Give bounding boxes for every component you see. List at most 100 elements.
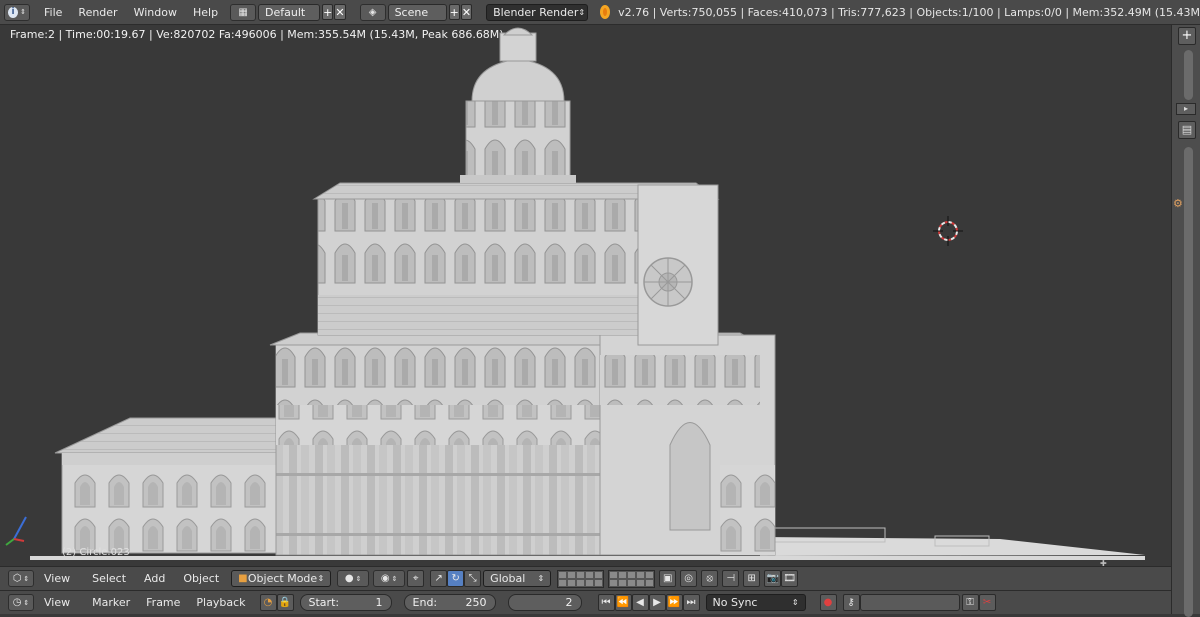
jump-end-icon[interactable]: ⏭ [682,594,700,611]
current-frame-value: 2 [565,596,573,609]
jump-keyframe-forward-icon[interactable]: ⏩ [665,594,683,611]
menu-help[interactable]: Help [193,6,218,19]
remove-screen-button[interactable]: ✕ [334,4,346,20]
keying-set-icon[interactable]: ⚷ [842,594,860,611]
interaction-mode-dropdown[interactable]: ■ Object Mode ⇕ [231,570,332,587]
end-frame-label: End: [412,596,438,609]
menu-file[interactable]: File [44,6,62,19]
3d-editor-type-button[interactable]: ⬡ ⇕ [8,570,34,587]
timeline-editor-type-button[interactable]: ◷ ⇕ [8,594,34,611]
render-engine-label: Blender Render [493,5,579,19]
menu-select[interactable]: Select [92,572,126,585]
keying-set-field[interactable] [859,594,960,611]
snap-target-icon[interactable]: ⊞ [743,570,761,587]
chevron-updown-icon: ⇕ [20,8,26,16]
transform-orientation-dropdown[interactable]: Global ⇕ [483,570,552,587]
3d-cursor-icon[interactable] [933,216,963,246]
record-icon[interactable]: ● [819,594,837,611]
info-header: i ⇕ File Render Window Help ▦ Default + … [0,0,1200,25]
scrollbar-top[interactable] [1184,50,1193,100]
transform-orientation-label: Global [490,572,526,585]
region-expand-button[interactable]: ▸ [1176,103,1196,115]
editor-type-icon-right[interactable]: ▤ [1178,121,1196,139]
render-engine-dropdown[interactable]: Blender Render ⇕ [486,3,589,21]
interaction-mode-label: Object Mode [247,572,318,585]
current-frame-field[interactable]: 2 [507,594,582,611]
jump-start-icon[interactable]: ⏮ [597,594,615,611]
sync-mode-label: No Sync [712,596,758,609]
scene-stats: v2.76 | Verts:750,055 | Faces:410,073 | … [618,5,1200,19]
snap-toggle-icon[interactable]: ⦻ [701,570,719,587]
chevron-updown-icon: ⇕ [791,598,799,607]
render-animation-icon[interactable]: 🎞 [781,570,799,587]
scene-icon-button[interactable]: ◈ [359,3,386,21]
axis-gizmo-icon [5,516,27,546]
play-icon[interactable]: ▶ [648,594,666,611]
jump-keyframe-back-icon[interactable]: ⏪ [614,594,632,611]
end-frame-field[interactable]: End: 250 [403,594,496,611]
menu-add[interactable]: Add [144,572,165,585]
delete-keyframe-icon[interactable]: ✂ [978,594,996,611]
layout-grid-icon: ▦ [238,6,248,18]
rotate-manipulator-icon[interactable]: ↻ [447,570,465,587]
constraint-icon[interactable]: ⚙ [1173,197,1183,210]
pivot-point-button[interactable]: ◉ ⇕ [373,570,406,587]
start-frame-field[interactable]: Start: 1 [299,594,392,611]
chevron-updown-icon: ⇕ [23,574,30,583]
add-region-button[interactable]: + [1178,27,1196,45]
snap-element-icon[interactable]: ⊣ [722,570,740,587]
remove-scene-button[interactable]: ✕ [460,4,473,20]
lock-range-icon[interactable]: 🔒 [276,594,294,611]
scale-manipulator-icon[interactable]: ⤡ [464,570,482,587]
editor-type-button[interactable]: i ⇕ [4,3,30,21]
timeline-menu-marker[interactable]: Marker [92,596,130,609]
add-scene-button[interactable]: + [448,4,460,20]
menu-window[interactable]: Window [134,6,177,19]
properties-strip: + ▸ ▤ ⚙ [1171,25,1200,617]
chevron-updown-icon: ⇕ [317,574,325,583]
chevron-updown-icon: ⇕ [391,574,398,583]
play-reverse-icon[interactable]: ◀ [631,594,649,611]
manipulator-toggle-button[interactable]: ⌖ [407,570,425,587]
chevron-updown-icon: ⇕ [578,7,586,17]
timeline-header: ◷ ⇕ View Marker Frame Playback ◔ 🔒 Start… [0,590,1171,614]
active-object-label: (2) Circle.023 [62,547,130,558]
menu-render[interactable]: Render [78,6,117,19]
pivot-icon: ◉ [380,573,390,584]
scene-icon: ◈ [368,6,377,18]
timeline-menu-frame[interactable]: Frame [146,596,180,609]
add-screen-button[interactable]: + [322,4,334,20]
viewport-shading-button[interactable]: ● ⇕ [337,570,370,587]
menu-view[interactable]: View [44,572,70,585]
proportional-edit-icon[interactable]: ◎ [680,570,698,587]
sync-mode-dropdown[interactable]: No Sync ⇕ [705,594,806,611]
clock-icon: ◷ [12,597,22,608]
layer-buttons-right[interactable] [608,569,656,588]
render-image-icon[interactable]: 📷 [764,570,782,587]
preview-range-icon[interactable]: ◔ [259,594,277,611]
translate-manipulator-icon[interactable]: ↗ [430,570,448,587]
chevron-updown-icon: ⇕ [355,574,362,583]
object-mode-icon: ■ [238,573,248,584]
menu-object[interactable]: Object [183,572,219,585]
info-icon: i [8,6,19,18]
timeline-menu-playback[interactable]: Playback [196,596,245,609]
start-frame-value: 1 [375,596,383,609]
3d-viewport[interactable]: Frame:2 | Time:00:19.67 | Ve:820702 Fa:4… [0,25,1171,566]
shading-sphere-icon: ● [344,573,354,584]
insert-keyframe-icon[interactable]: ⚿ [961,594,979,611]
chevron-updown-icon: ⇕ [23,598,30,607]
screen-layout-icon-button[interactable]: ▦ [230,3,257,21]
blender-logo-icon [600,5,611,19]
scrollbar-right[interactable] [1184,147,1193,617]
end-frame-value: 250 [465,596,487,609]
layer-buttons-left[interactable] [557,569,605,588]
screen-layout-field[interactable]: Default [258,3,321,21]
scene-field[interactable]: Scene [387,3,447,21]
chevron-updown-icon: ⇕ [537,574,545,583]
start-frame-label: Start: [308,596,340,609]
corner-plus-icon[interactable]: ✚ [1100,559,1107,566]
building-model[interactable] [0,25,1171,566]
timeline-menu-view[interactable]: View [44,596,70,609]
layer-lock-icon[interactable]: ▣ [659,570,677,587]
